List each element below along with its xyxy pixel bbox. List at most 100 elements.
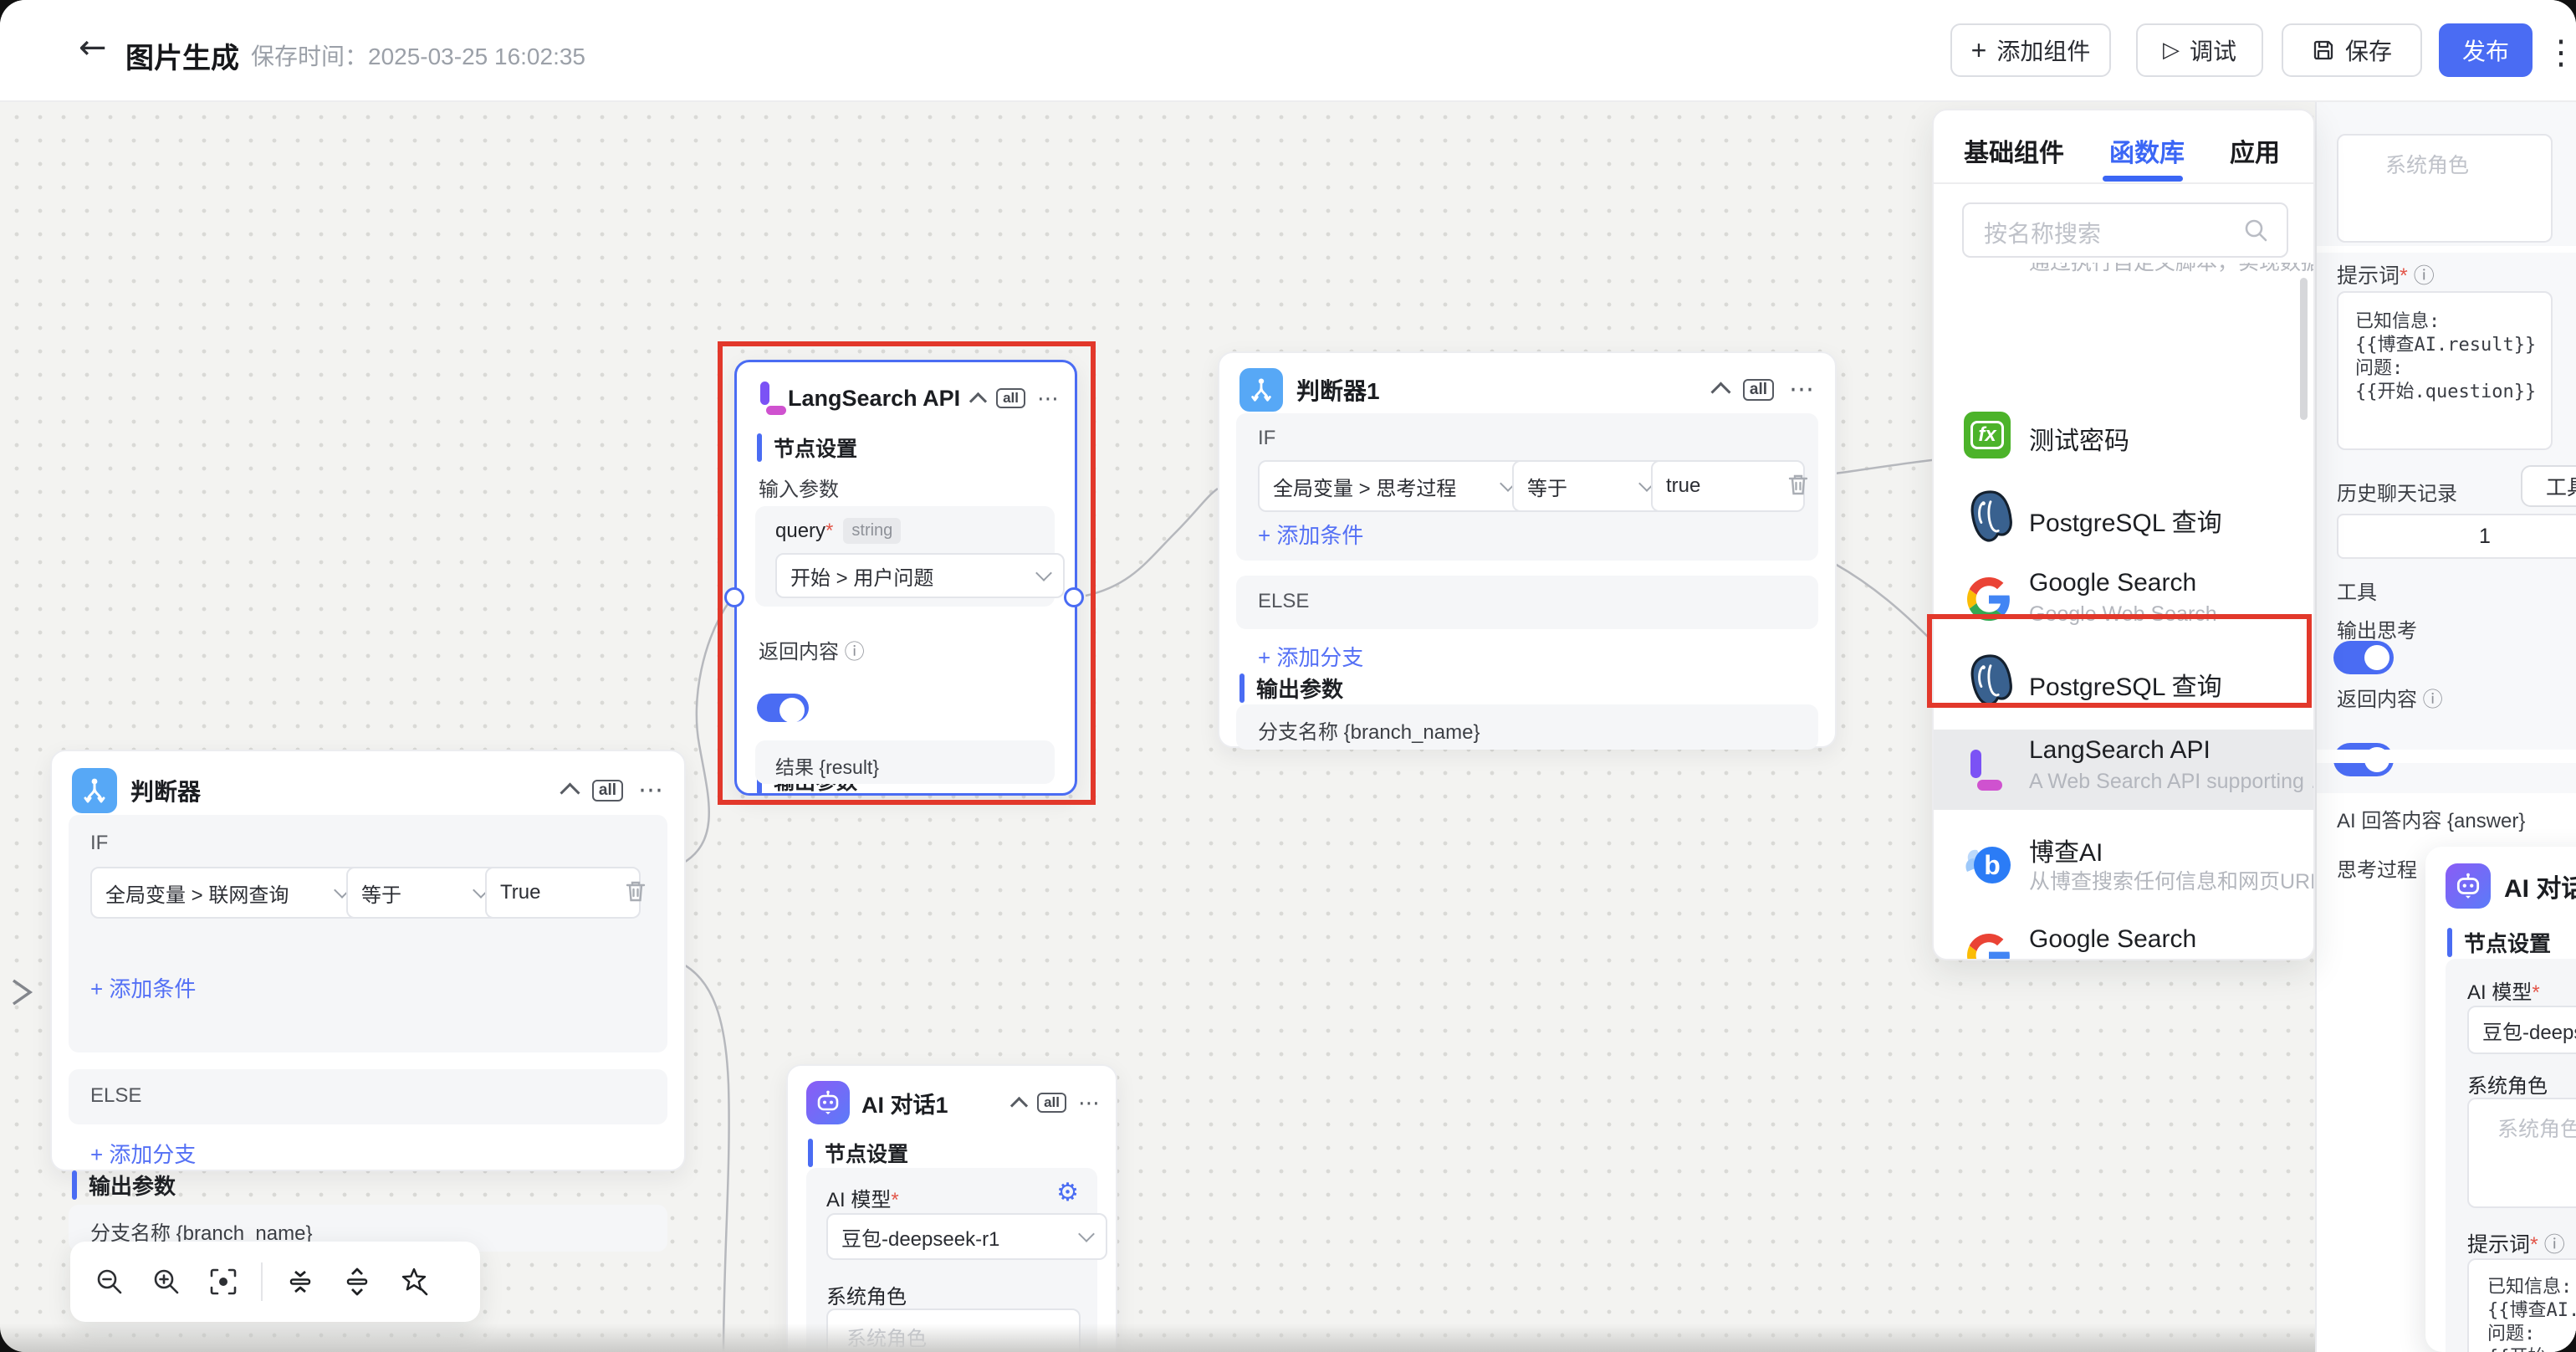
kebab-menu-icon[interactable]: ⋮	[2544, 33, 2576, 72]
list-item-selected[interactable]: LangSearch API A Web Search API supporti…	[1934, 730, 2313, 810]
list-item[interactable]: Google Search Google Web Search	[1934, 915, 2313, 959]
save-button[interactable]: 保存	[2282, 23, 2422, 77]
component-library-panel: 基础组件 函数库 应用 按名称搜索 通过执行自定义脚本，实现数据处理 fx 测试…	[1932, 109, 2315, 960]
zoom-out-button[interactable]	[82, 1254, 137, 1309]
condition-value-input[interactable]: True	[485, 867, 641, 919]
all-badge[interactable]: all	[592, 780, 623, 802]
auto-layout-button[interactable]	[386, 1254, 442, 1309]
judge-node-icon	[72, 768, 117, 813]
role-textarea[interactable]: 系统角色	[2467, 1098, 2576, 1208]
trash-icon[interactable]	[1786, 472, 1810, 497]
tab-function-library[interactable]: 函数库	[2109, 132, 2185, 169]
fx-icon: fx	[1964, 412, 2011, 458]
output-think-toggle[interactable]	[2333, 641, 2394, 674]
port-input[interactable]	[724, 587, 744, 607]
output-param-row: 结果 {result}	[755, 740, 1055, 784]
search-icon	[2243, 218, 2268, 243]
zoom-in-button[interactable]	[139, 1254, 194, 1309]
list-item[interactable]: Google Search Google Web Search	[1934, 559, 2313, 639]
add-branch-link[interactable]: + 添加分支	[1258, 641, 1363, 672]
role-label: 系统角色	[826, 1280, 907, 1309]
history-count-input[interactable]: 1	[2337, 514, 2576, 559]
list-item[interactable]: b 博查AI 从博查搜索任何信息和网页URL	[1934, 825, 2313, 905]
chevron-down-icon	[1078, 1226, 1095, 1242]
condition-value-input[interactable]: true	[1651, 460, 1805, 512]
condition-op-select[interactable]: 等于	[1512, 460, 1668, 512]
bocha-icon: b	[1964, 840, 2014, 890]
return-content-toggle[interactable]	[757, 694, 809, 722]
node-settings-section: 节点设置	[808, 1138, 1136, 1168]
param-value-select[interactable]: 开始 > 用户问题	[775, 553, 1065, 598]
condition-field-select[interactable]: 全局变量 > 联网查询	[90, 867, 363, 919]
fit-view-button[interactable]	[196, 1254, 251, 1309]
toolbar-divider	[261, 1262, 263, 1301]
input-params-label: 输入参数	[759, 473, 839, 502]
node-ai-chat1[interactable]: AI 对话1 all ⋯ 节点设置 AI 模型* ⚙ 豆包-deepseek-r…	[786, 1064, 1117, 1352]
node-judge[interactable]: 判断器 all ⋯ IF 全局变量 > 联网查询 等于 True + 添加条件 …	[50, 750, 686, 1171]
back-button[interactable]: ←	[79, 28, 107, 67]
add-condition-link[interactable]: + 添加条件	[90, 972, 196, 1003]
info-icon[interactable]: ⓘ	[845, 641, 865, 663]
more-icon[interactable]: ⋯	[1078, 1098, 1101, 1107]
info-icon[interactable]: ⓘ	[2423, 689, 2443, 711]
add-branch-link[interactable]: + 添加分支	[90, 1138, 196, 1169]
output-param-row: 分支名称 {branch_name}	[1236, 704, 1818, 750]
list-item-name: PostgreSQL 查询	[2029, 666, 2222, 703]
node-judge1[interactable]: 判断器1 all ⋯ IF 全局变量 > 思考过程 等于 true + 添加条件…	[1218, 351, 1837, 748]
list-item[interactable]: fx 测试密码	[1934, 395, 2313, 475]
model-select[interactable]: 豆包-deepseek-r1	[826, 1213, 1107, 1260]
required-mark: *	[2530, 1233, 2538, 1257]
output-param-value: 结果 {result}	[775, 751, 879, 780]
condition-value: True	[500, 881, 540, 904]
collapse-icon[interactable]	[1010, 1096, 1028, 1114]
tab-apps[interactable]: 应用	[2230, 132, 2280, 169]
info-icon[interactable]: ⓘ	[2414, 264, 2435, 288]
all-badge[interactable]: all	[1037, 1093, 1066, 1114]
debug-button[interactable]: ▷调试	[2136, 23, 2263, 77]
more-icon[interactable]: ⋯	[638, 786, 664, 795]
add-condition-link[interactable]: + 添加条件	[1258, 519, 1363, 550]
node-langsearch[interactable]: LangSearch API all ⋯ 节点设置 输入参数 query* st…	[734, 360, 1077, 796]
more-icon[interactable]: ⋯	[1789, 386, 1815, 394]
think-process-label: 思考过程	[2337, 853, 2417, 883]
more-icon[interactable]: ⋯	[1037, 394, 1060, 402]
prompt-label: 提示词* ⓘ	[2337, 259, 2435, 289]
list-item-name: Google Search	[2029, 925, 2196, 954]
ai-chat2-card[interactable]: AI 对话2 节点设置 AI 模型* 豆包-deepseek-r1 系统角色 系…	[2425, 847, 2576, 1352]
condition-field-select[interactable]: 全局变量 > 思考过程	[1258, 460, 1529, 512]
list-item[interactable]: 通过执行自定义脚本，实现数据处理	[1934, 263, 2313, 276]
add-component-button[interactable]: +添加组件	[1950, 23, 2111, 77]
info-icon[interactable]: ⓘ	[2544, 1233, 2565, 1257]
model-select[interactable]: 豆包-deepseek-r1	[2467, 1006, 2576, 1054]
output-params-section: 输出参数	[72, 1170, 704, 1201]
gear-icon[interactable]: ⚙	[1056, 1178, 1079, 1207]
active-tab-underline	[2103, 176, 2183, 182]
fx-icon-text: fx	[1970, 421, 2003, 449]
prompt-box[interactable]: 已知信息: {{博查AI.result}} 问题: {{开始.question}…	[2337, 291, 2553, 450]
publish-button[interactable]: 发布	[2439, 23, 2533, 77]
role-textarea[interactable]: 系统角色	[2337, 134, 2553, 243]
search-input[interactable]: 按名称搜索	[1962, 202, 2288, 258]
collapse-icon[interactable]	[969, 392, 987, 409]
model-value: 豆包-deepseek-r1	[2482, 1016, 2576, 1045]
chevron-down-icon	[1035, 565, 1052, 581]
collapse-icon[interactable]	[1710, 382, 1730, 402]
collapse-vertical-button[interactable]	[273, 1254, 328, 1309]
svg-text:b: b	[1984, 850, 2001, 880]
list-item[interactable]: PostgreSQL 查询	[1934, 477, 2313, 557]
model-label: AI 模型*	[2467, 976, 2540, 1005]
list-item[interactable]: PostgreSQL 查询	[1934, 641, 2313, 721]
expand-vertical-button[interactable]	[330, 1254, 385, 1309]
tools-button[interactable]: 工具	[2521, 465, 2576, 507]
if-label: IF	[1258, 427, 1275, 450]
collapse-icon[interactable]	[560, 783, 580, 803]
tab-basic-components[interactable]: 基础组件	[1964, 132, 2064, 169]
prompt-box[interactable]: 已知信息: {{博查AI.result}} 问题: {{开始.question}…	[2467, 1258, 2576, 1352]
scrollbar-thumb[interactable]	[2300, 278, 2308, 420]
port-output[interactable]	[1064, 587, 1084, 607]
trash-icon[interactable]	[624, 878, 647, 904]
all-badge[interactable]: all	[996, 388, 1025, 409]
condition-op-select[interactable]: 等于	[346, 867, 502, 919]
prompt-label: 提示词* ⓘ	[2467, 1228, 2565, 1258]
all-badge[interactable]: all	[1743, 379, 1774, 402]
